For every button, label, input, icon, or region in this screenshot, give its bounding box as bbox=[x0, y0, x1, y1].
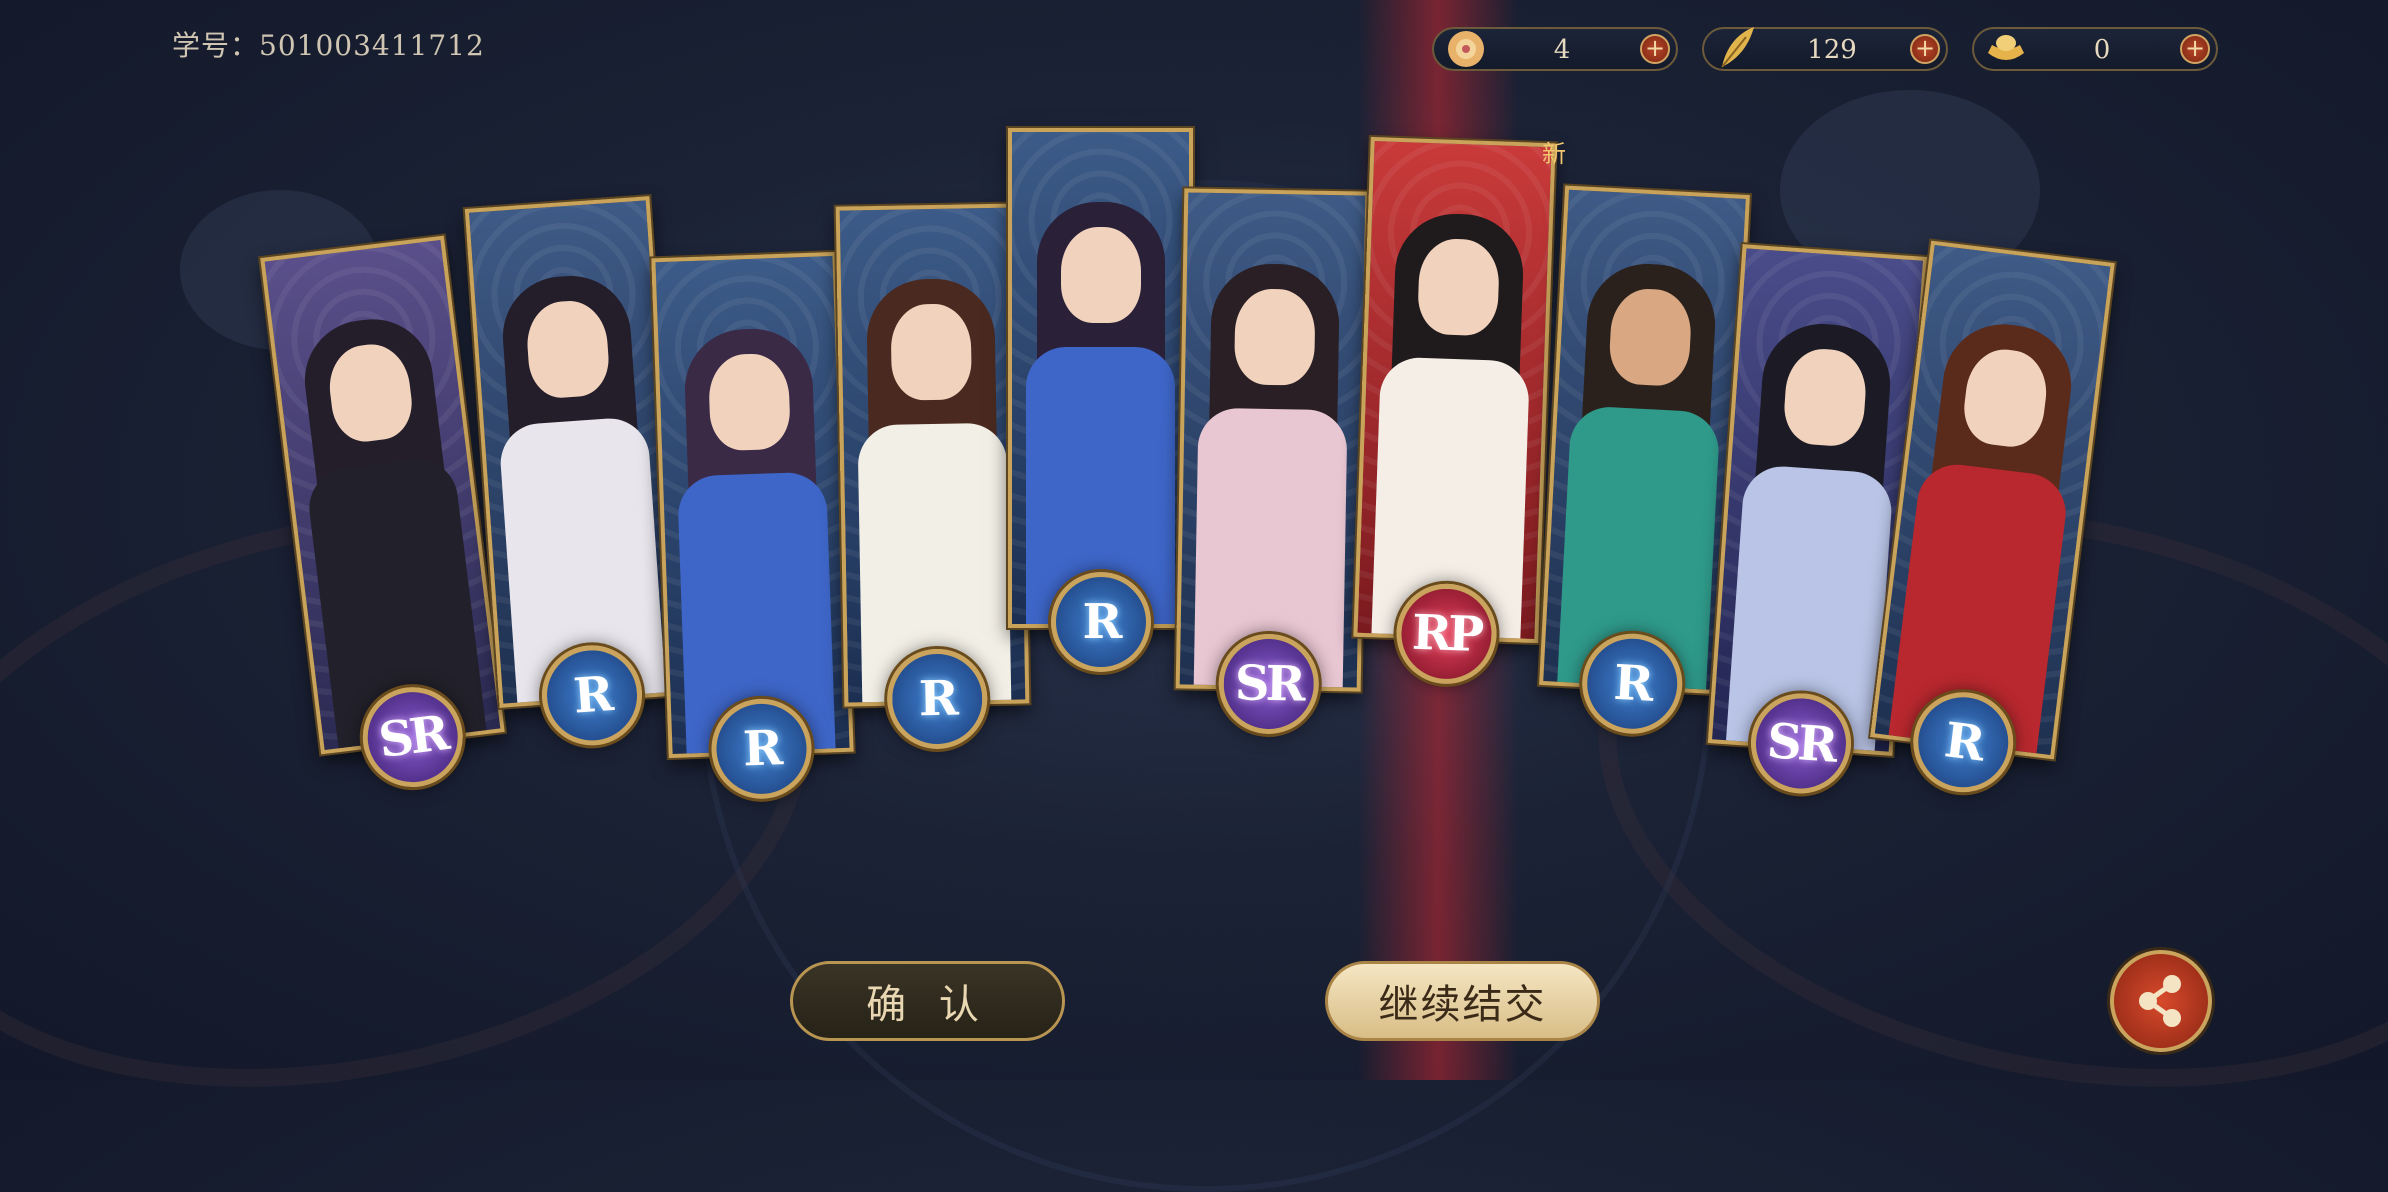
character-portrait bbox=[469, 200, 680, 704]
character-portrait bbox=[1357, 141, 1552, 639]
new-label: 新 bbox=[1542, 140, 1566, 168]
currency-feather: 129 + bbox=[1702, 27, 1948, 71]
character-card[interactable]: RP bbox=[1353, 136, 1556, 686]
rarity-badge: R bbox=[885, 648, 988, 750]
currency-lotus: 4 + bbox=[1432, 27, 1678, 71]
character-portrait bbox=[1012, 132, 1189, 624]
character-portrait bbox=[655, 256, 850, 754]
currency-ingot: 0 + bbox=[1972, 27, 2218, 71]
character-card[interactable]: R bbox=[1008, 128, 1193, 672]
currency-value: 129 bbox=[1807, 35, 1857, 65]
character-card[interactable]: R bbox=[835, 203, 1030, 750]
add-currency-button[interactable]: + bbox=[1640, 34, 1670, 64]
character-card[interactable]: R bbox=[651, 251, 854, 801]
gold-feather-icon bbox=[1721, 27, 1754, 68]
gold-ingot-icon bbox=[1988, 35, 2024, 60]
character-portrait bbox=[1179, 192, 1366, 688]
add-currency-button[interactable]: + bbox=[1910, 34, 1940, 64]
share-button[interactable] bbox=[2110, 950, 2212, 1052]
add-currency-button[interactable]: + bbox=[2180, 34, 2210, 64]
continue-befriend-button[interactable]: 继续结交 bbox=[1325, 961, 1600, 1041]
character-portrait bbox=[839, 207, 1026, 703]
confirm-button[interactable]: 确 认 bbox=[790, 961, 1065, 1041]
character-card[interactable]: SR bbox=[1175, 188, 1370, 735]
rarity-badge: SR bbox=[1217, 633, 1320, 735]
student-id: 学号：501003411712 bbox=[172, 29, 485, 62]
rarity-badge: R bbox=[1050, 572, 1151, 672]
currency-value: 0 bbox=[2093, 35, 2111, 65]
lotus-token-icon bbox=[1448, 31, 1484, 67]
share-icon bbox=[2139, 975, 2181, 1027]
character-portrait bbox=[1543, 189, 1746, 691]
currency-value: 4 bbox=[1553, 35, 1571, 65]
